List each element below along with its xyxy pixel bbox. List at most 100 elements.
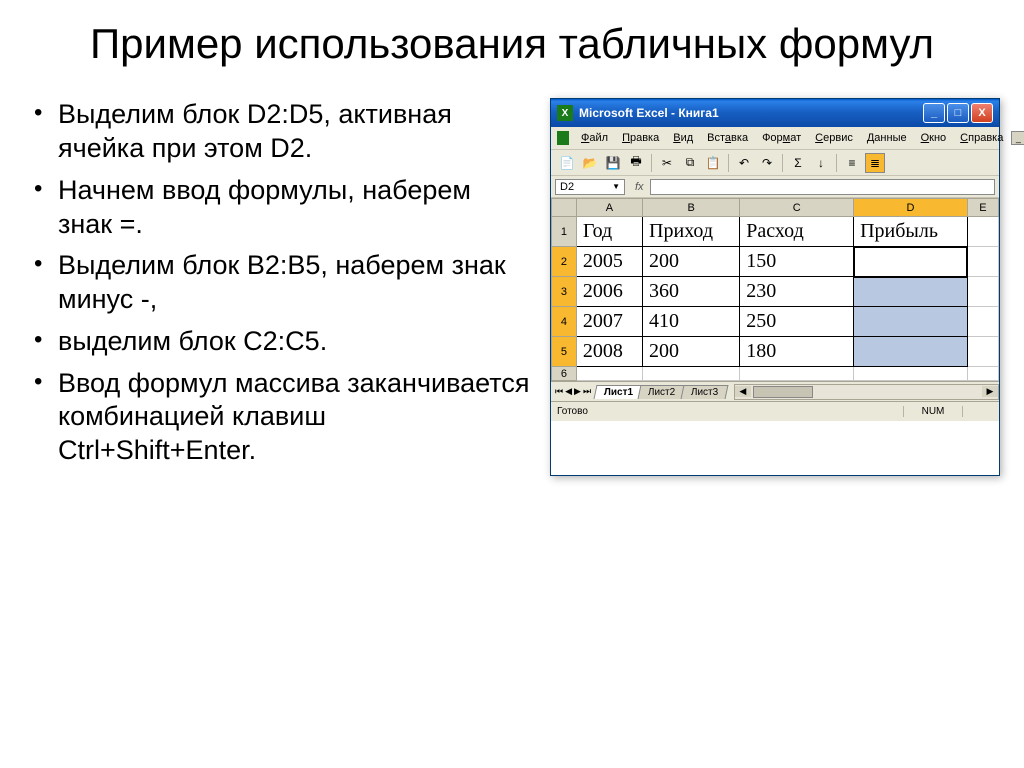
tab-nav-next-icon[interactable]: ▶ — [574, 386, 581, 397]
cell[interactable] — [643, 367, 740, 381]
cell[interactable]: Расход — [740, 217, 854, 247]
bullet-item: Выделим блок B2:B5, наберем знак минус -… — [58, 249, 530, 317]
cell[interactable]: 200 — [643, 337, 740, 367]
cut-icon[interactable]: ✂ — [657, 153, 677, 173]
cell-selected[interactable] — [854, 337, 968, 367]
cell[interactable]: 200 — [643, 247, 740, 277]
cell[interactable]: 150 — [740, 247, 854, 277]
cell[interactable]: Прибыль — [854, 217, 968, 247]
cell[interactable]: 250 — [740, 307, 854, 337]
align-icon[interactable]: ≡ — [842, 153, 862, 173]
save-icon[interactable]: 💾 — [603, 153, 623, 173]
cell[interactable]: Год — [576, 217, 642, 247]
cell[interactable] — [967, 337, 998, 367]
excel-app-icon: X — [557, 105, 573, 121]
new-icon[interactable]: 📄 — [557, 153, 577, 173]
menu-view[interactable]: Вид — [667, 130, 699, 146]
menu-edit[interactable]: Правка — [616, 130, 665, 146]
undo-icon[interactable]: ↶ — [734, 153, 754, 173]
cell[interactable] — [967, 367, 998, 381]
bullet-list: Выделим блок D2:D5, активная ячейка при … — [30, 98, 530, 468]
cell[interactable]: 2008 — [576, 337, 642, 367]
col-header-B[interactable]: B — [643, 199, 740, 217]
open-icon[interactable]: 📂 — [580, 153, 600, 173]
close-button[interactable]: X — [971, 103, 993, 123]
select-all-corner[interactable] — [552, 199, 577, 217]
excel-window: X Microsoft Excel - Книга1 _ □ X Файл Пр… — [550, 98, 1000, 476]
tab-nav-last-icon[interactable]: ⏭ — [583, 386, 591, 397]
cell[interactable] — [967, 277, 998, 307]
row-header-2[interactable]: 2 — [552, 247, 577, 277]
col-header-A[interactable]: A — [576, 199, 642, 217]
cell[interactable] — [576, 367, 642, 381]
sheet-tab[interactable]: Лист1 — [594, 385, 644, 399]
scroll-thumb[interactable] — [753, 386, 813, 398]
bullet-item: Выделим блок D2:D5, активная ячейка при … — [58, 98, 530, 166]
menu-window[interactable]: Окно — [915, 130, 953, 146]
row-header-3[interactable]: 3 — [552, 277, 577, 307]
sheet-tab[interactable]: Лист2 — [638, 385, 686, 399]
doc-minimize-button[interactable]: _ — [1011, 131, 1024, 145]
maximize-button[interactable]: □ — [947, 103, 969, 123]
formula-bar[interactable] — [650, 179, 995, 195]
menubar: Файл Правка Вид Вставка Формат Сервис Да… — [551, 127, 999, 150]
scroll-right-icon[interactable]: ▶ — [982, 386, 998, 397]
print-icon[interactable]: 🖶 — [626, 153, 646, 173]
cell[interactable] — [967, 217, 998, 247]
col-header-E[interactable]: E — [967, 199, 998, 217]
menu-data[interactable]: Данные — [861, 130, 913, 146]
menu-help[interactable]: Справка — [954, 130, 1009, 146]
menu-file[interactable]: Файл — [575, 130, 614, 146]
titlebar: X Microsoft Excel - Книга1 _ □ X — [551, 99, 999, 127]
bullet-item: Ввод формул массива заканчивается комбин… — [58, 367, 530, 468]
cell[interactable]: 2006 — [576, 277, 642, 307]
cell[interactable]: 230 — [740, 277, 854, 307]
dropdown-icon[interactable]: ▼ — [612, 182, 620, 191]
cell[interactable]: 2007 — [576, 307, 642, 337]
status-ready: Готово — [557, 406, 903, 417]
paste-icon[interactable]: 📋 — [703, 153, 723, 173]
sort-icon[interactable]: ↓ — [811, 153, 831, 173]
menu-format[interactable]: Формат — [756, 130, 807, 146]
col-header-D[interactable]: D — [854, 199, 968, 217]
sheet-tab[interactable]: Лист3 — [680, 385, 728, 399]
row-header-6[interactable]: 6 — [552, 367, 577, 381]
sheet-tabs-row: ⏮ ◀ ▶ ⏭ Лист1 Лист2 Лист3 ◀ ▶ — [551, 381, 999, 401]
tab-nav-prev-icon[interactable]: ◀ — [565, 386, 572, 397]
cell[interactable]: 2005 — [576, 247, 642, 277]
slide-title: Пример использования табличных формул — [30, 20, 994, 68]
menu-tools[interactable]: Сервис — [809, 130, 859, 146]
cell[interactable]: 410 — [643, 307, 740, 337]
cell[interactable]: 180 — [740, 337, 854, 367]
cell[interactable] — [967, 247, 998, 277]
bullet-item: Начнем ввод формулы, наберем знак =. — [58, 174, 530, 242]
cell[interactable] — [854, 367, 968, 381]
redo-icon[interactable]: ↷ — [757, 153, 777, 173]
cell-active[interactable] — [854, 247, 968, 277]
indent-icon[interactable]: ≣ — [865, 153, 885, 173]
spreadsheet-grid[interactable]: A B C D E 1 Год Приход Расход Прибыль 2 … — [551, 198, 999, 381]
sum-icon[interactable]: Σ — [788, 153, 808, 173]
statusbar: Готово NUM — [551, 401, 999, 421]
horizontal-scrollbar[interactable]: ◀ ▶ — [734, 384, 999, 400]
menu-insert[interactable]: Вставка — [701, 130, 754, 146]
cell-selected[interactable] — [854, 277, 968, 307]
row-header-1[interactable]: 1 — [552, 217, 577, 247]
status-num: NUM — [903, 406, 963, 417]
toolbar: 📄 📂 💾 🖶 ✂ ⧉ 📋 ↶ ↷ Σ ↓ ≡ ≣ — [551, 150, 999, 176]
name-box[interactable]: D2▼ — [555, 179, 625, 195]
cell[interactable]: 360 — [643, 277, 740, 307]
minimize-button[interactable]: _ — [923, 103, 945, 123]
cell[interactable]: Приход — [643, 217, 740, 247]
window-title: Microsoft Excel - Книга1 — [579, 106, 923, 120]
cell[interactable] — [967, 307, 998, 337]
fx-icon[interactable]: fx — [635, 181, 644, 193]
row-header-4[interactable]: 4 — [552, 307, 577, 337]
col-header-C[interactable]: C — [740, 199, 854, 217]
row-header-5[interactable]: 5 — [552, 337, 577, 367]
scroll-left-icon[interactable]: ◀ — [735, 386, 751, 397]
cell-selected[interactable] — [854, 307, 968, 337]
cell[interactable] — [740, 367, 854, 381]
tab-nav-first-icon[interactable]: ⏮ — [555, 386, 563, 397]
copy-icon[interactable]: ⧉ — [680, 153, 700, 173]
